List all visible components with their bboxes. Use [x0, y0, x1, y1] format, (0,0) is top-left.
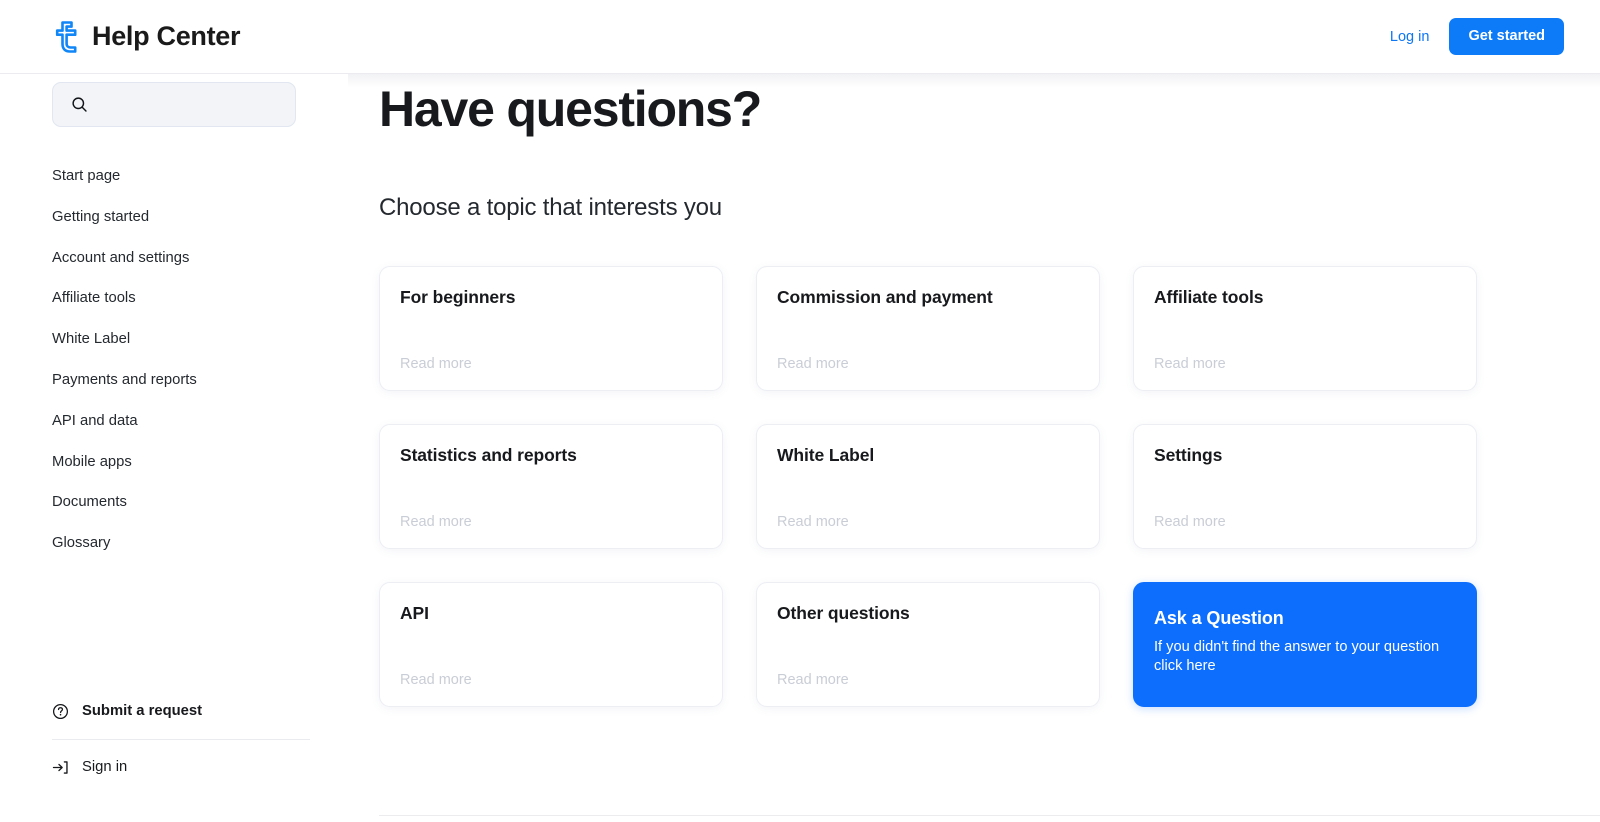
card-title: Commission and payment [777, 287, 993, 307]
submit-a-request-label: Submit a request [82, 702, 203, 719]
log-in-link[interactable]: Log in [1390, 29, 1430, 45]
sidebar-footer-divider [52, 739, 310, 740]
sidebar-item-payments-and-reports[interactable]: Payments and reports [52, 373, 296, 388]
read-more-link[interactable]: Read more [1154, 514, 1226, 530]
topic-card-affiliate-tools[interactable]: Affiliate tools Read more [1133, 266, 1477, 391]
top-header: Help Center Log in Get started [0, 0, 1600, 74]
sidebar-item-getting-started[interactable]: Getting started [52, 209, 296, 225]
topic-card-other-questions[interactable]: Other questions Read more [756, 582, 1100, 707]
footer-divider [379, 815, 1600, 816]
card-title: Settings [1154, 445, 1223, 465]
login-arrow-icon [52, 760, 68, 774]
read-more-link[interactable]: Read more [1154, 356, 1226, 372]
brand[interactable]: Help Center [52, 20, 241, 53]
card-title: Other questions [777, 603, 910, 623]
read-more-link[interactable]: Read more [400, 672, 472, 688]
card-title: For beginners [400, 287, 516, 307]
sidebar-footer: Submit a request Sign in [0, 694, 348, 784]
topic-card-api[interactable]: API Read more [379, 582, 723, 707]
topic-card-commission-and-payment[interactable]: Commission and payment Read more [756, 266, 1100, 391]
card-title: Statistics and reports [400, 445, 577, 465]
sign-in-button[interactable]: Sign in [52, 750, 312, 784]
sidebar-item-documents[interactable]: Documents [52, 495, 296, 510]
topic-card-white-label[interactable]: White Label Read more [756, 424, 1100, 549]
sidebar-item-mobile-apps[interactable]: Mobile apps [52, 454, 296, 470]
topic-card-settings[interactable]: Settings Read more [1133, 424, 1477, 549]
card-title: Affiliate tools [1154, 287, 1264, 307]
card-title: White Label [777, 445, 875, 465]
ask-a-question-subtitle: If you didn't find the answer to your qu… [1154, 638, 1440, 675]
search-box[interactable] [52, 82, 296, 127]
read-more-link[interactable]: Read more [777, 672, 849, 688]
read-more-link[interactable]: Read more [400, 356, 472, 372]
sidebar-item-account-and-settings[interactable]: Account and settings [52, 250, 296, 266]
search-input[interactable] [98, 96, 285, 113]
topic-card-for-beginners[interactable]: For beginners Read more [379, 266, 723, 391]
read-more-link[interactable]: Read more [400, 514, 472, 530]
sidebar-item-glossary[interactable]: Glossary [52, 536, 296, 551]
page-title: Have questions? [379, 81, 762, 137]
page-subtitle: Choose a topic that interests you [379, 194, 722, 221]
sidebar-item-white-label[interactable]: White Label [52, 332, 296, 347]
sidebar: Start page Getting started Account and s… [0, 74, 348, 822]
help-center-t-logo-icon [55, 20, 77, 53]
sidebar-item-start-page[interactable]: Start page [52, 169, 296, 184]
card-title: API [400, 603, 429, 623]
sign-in-label: Sign in [82, 758, 128, 775]
topic-cards-grid: For beginners Read more Commission and p… [379, 266, 1478, 707]
ask-a-question-title: Ask a Question [1154, 608, 1284, 628]
main-content: Have questions? Choose a topic that inte… [348, 74, 1600, 822]
topic-card-statistics-and-reports[interactable]: Statistics and reports Read more [379, 424, 723, 549]
search-icon [72, 97, 87, 112]
sidebar-item-affiliate-tools[interactable]: Affiliate tools [52, 291, 296, 306]
submit-a-request-button[interactable]: Submit a request [52, 694, 312, 728]
sidebar-nav: Start page Getting started Account and s… [0, 169, 348, 551]
read-more-link[interactable]: Read more [777, 356, 849, 372]
get-started-button[interactable]: Get started [1449, 18, 1564, 55]
header-actions: Log in Get started [1390, 18, 1564, 55]
question-circle-icon [52, 703, 69, 719]
brand-title: Help Center [92, 21, 241, 51]
sidebar-item-api-and-data[interactable]: API and data [52, 413, 296, 429]
ask-a-question-card[interactable]: Ask a Question If you didn't find the an… [1133, 582, 1477, 707]
read-more-link[interactable]: Read more [777, 514, 849, 530]
